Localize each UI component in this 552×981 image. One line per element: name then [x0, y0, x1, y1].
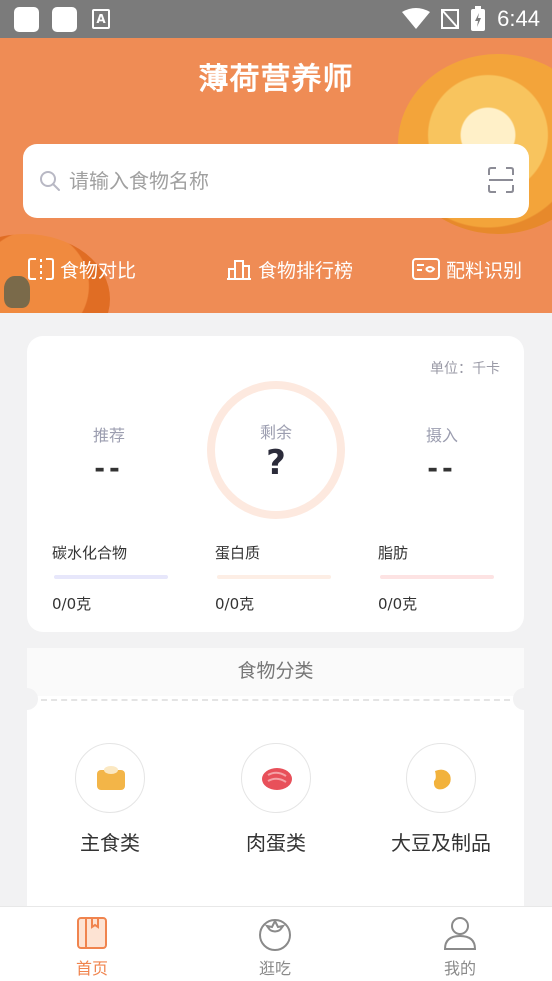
search-input[interactable]: [69, 162, 459, 200]
recommended-stat: 推荐 --: [54, 422, 164, 484]
carbs-label: 碳水化合物: [52, 544, 128, 562]
category-staple-food[interactable]: 主食类: [50, 743, 170, 856]
carbs-nutrient: 碳水化合物 0/0克: [52, 542, 172, 614]
tomato-icon: [259, 919, 291, 951]
food-compare-button[interactable]: 食物对比: [28, 252, 136, 286]
bottom-nav: 首页 逛吃 我的: [0, 906, 552, 981]
category-soybean[interactable]: 大豆及制品: [381, 743, 501, 856]
nav-profile[interactable]: 我的: [405, 915, 515, 979]
fat-label: 脂肪: [378, 544, 409, 562]
nav-profile-label: 我的: [443, 959, 476, 978]
remaining-label: 剩余: [259, 423, 292, 442]
remaining-ring: 剩余 ?: [207, 381, 345, 519]
food-compare-label: 食物对比: [60, 259, 137, 282]
fat-value: 0/0克: [378, 595, 418, 613]
search-icon: [40, 171, 60, 191]
ingredient-scan-icon: [412, 258, 440, 280]
food-ranking-label: 食物排行榜: [258, 259, 354, 282]
protein-progress-bar: [217, 575, 331, 579]
nav-home-label: 首页: [75, 959, 108, 978]
divider: [41, 699, 510, 701]
category-icon-circle: [241, 743, 311, 813]
nav-explore-label: 逛吃: [258, 959, 291, 978]
protein-nutrient: 蛋白质 0/0克: [215, 542, 335, 614]
meat-egg-icon: [262, 768, 292, 790]
category-icon-circle: [75, 743, 145, 813]
search-bar[interactable]: [23, 144, 529, 218]
unit-label: 单位：千卡: [430, 361, 500, 377]
category-label: 主食类: [80, 831, 140, 855]
compare-icon: [28, 258, 54, 280]
intake-value: --: [427, 454, 457, 484]
calorie-summary-card: 单位：千卡 推荐 -- 剩余 ? 摄入 -- 碳水化合物 0/0克 蛋白质 0/…: [27, 336, 524, 632]
remaining-value: ?: [266, 443, 286, 483]
staple-food-icon: [97, 766, 125, 790]
app-notification-icon: A: [92, 9, 110, 29]
intake-stat: 摄入 --: [387, 422, 497, 484]
header: 薄荷营养师 食物对比 食物排行榜 配料识别: [0, 38, 552, 313]
nav-home[interactable]: 首页: [37, 915, 147, 979]
category-label: 肉蛋类: [246, 831, 306, 855]
fat-progress-bar: [380, 575, 494, 579]
notification-icon: [52, 7, 77, 32]
protein-label: 蛋白质: [215, 544, 261, 562]
carbs-progress-bar: [54, 575, 168, 579]
status-bar: A 6:44: [0, 0, 552, 38]
soybean-icon: [433, 769, 451, 790]
ingredient-scan-label: 配料识别: [446, 259, 523, 282]
pumpkin-stem-decoration: [4, 276, 30, 308]
food-category-title: 食物分类: [27, 648, 524, 696]
book-icon: [77, 917, 107, 949]
app-title: 薄荷营养师: [198, 62, 354, 97]
ingredient-scan-button[interactable]: 配料识别: [412, 252, 522, 286]
food-category-section: 食物分类 主食类 肉蛋类 大豆及制品: [16, 648, 535, 910]
ticket-notch: [513, 688, 535, 710]
no-sim-icon: [441, 9, 459, 29]
category-meat-egg[interactable]: 肉蛋类: [216, 743, 336, 856]
notification-icon: [14, 7, 39, 32]
fat-nutrient: 脂肪 0/0克: [378, 542, 498, 614]
carbs-value: 0/0克: [52, 595, 92, 613]
recommended-label: 推荐: [92, 426, 125, 445]
protein-value: 0/0克: [215, 595, 255, 613]
wifi-icon: [402, 8, 430, 29]
recommended-value: --: [94, 454, 124, 484]
clock: 6:44: [497, 6, 540, 31]
ranking-icon: [227, 260, 251, 280]
food-ranking-button[interactable]: 食物排行榜: [226, 252, 353, 286]
intake-label: 摄入: [425, 426, 458, 445]
ticket-notch: [16, 688, 38, 710]
battery-charging-icon: [471, 6, 485, 31]
nav-explore[interactable]: 逛吃: [220, 915, 330, 979]
scan-icon[interactable]: [487, 166, 515, 194]
category-label: 大豆及制品: [391, 831, 491, 855]
category-icon-circle: [406, 743, 476, 813]
user-icon: [443, 917, 477, 950]
